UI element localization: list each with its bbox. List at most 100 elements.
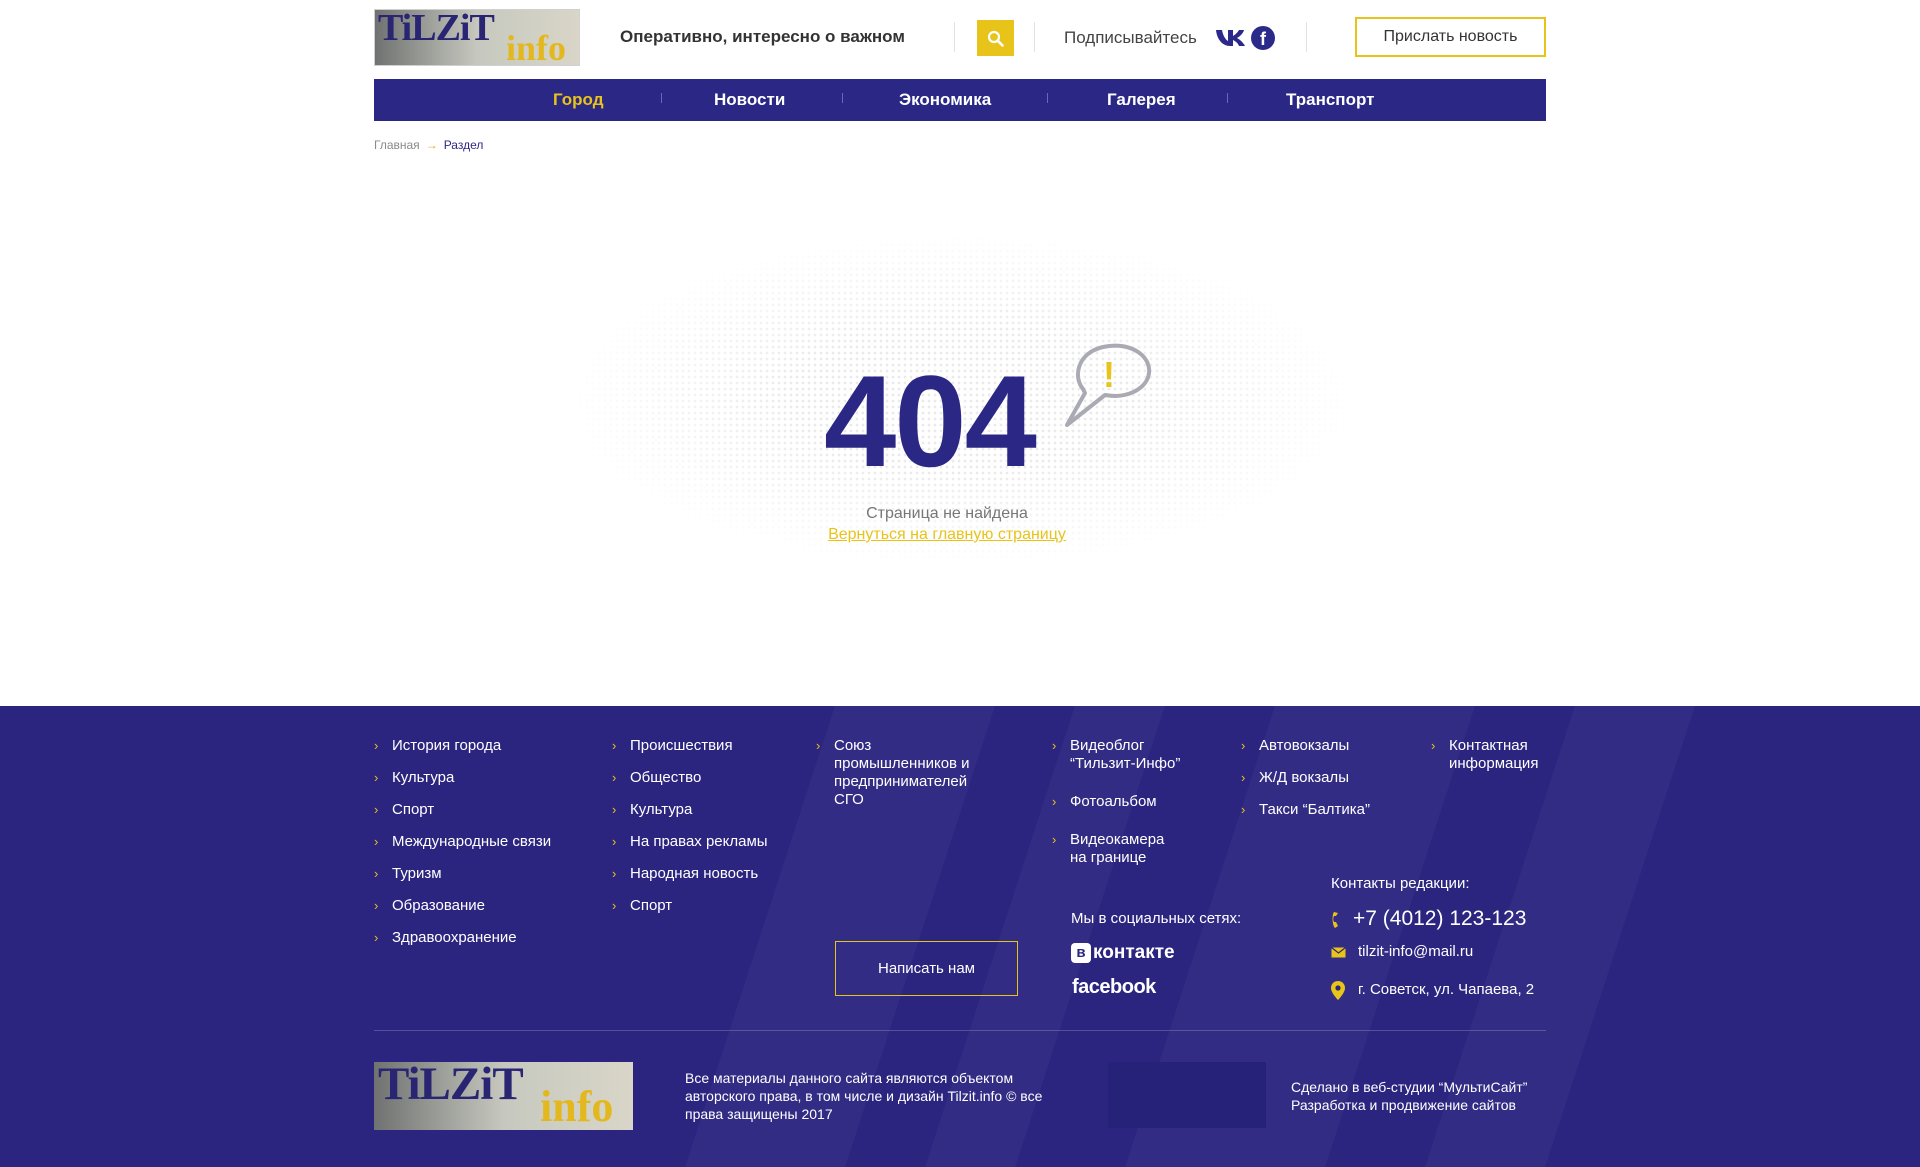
breadcrumb-current: Раздел [443, 138, 484, 152]
footer-link-label: Образование [392, 897, 485, 914]
chevron-right-icon: › [374, 834, 379, 849]
footer-link[interactable]: › Спорт [612, 897, 802, 915]
chevron-right-icon: › [374, 738, 379, 753]
error-code: 404 [824, 348, 1037, 494]
footer-link[interactable]: › Туризм [374, 865, 594, 883]
nav-separator [842, 93, 843, 103]
contacts-title: Контакты редакции: [1331, 875, 1470, 892]
chevron-right-icon: › [612, 738, 617, 753]
divider [1306, 22, 1307, 52]
nav-item-transport[interactable]: Транспорт [1286, 79, 1374, 121]
chevron-right-icon: › [1431, 738, 1436, 753]
logo-text-sub: info [540, 1082, 614, 1130]
footer-logo[interactable]: TiLZiT info [374, 1062, 633, 1130]
counter-widget[interactable] [1108, 1062, 1266, 1128]
vk-link[interactable]: в контакте [1071, 942, 1175, 964]
copyright-text: Все материалы данного сайта являются объ… [685, 1070, 1043, 1122]
back-home-link[interactable]: Вернуться на главную страницу [0, 526, 1894, 544]
studio-credit[interactable]: Сделано в веб-студии “МультиСайт” Разраб… [1291, 1078, 1551, 1114]
chevron-right-icon: › [612, 866, 617, 881]
footer-link-label: На правах рекламы [630, 833, 768, 850]
site-footer: › История города › Культура › Спорт › Междун… [0, 706, 1920, 1167]
speech-bubble-icon: ! [1065, 343, 1152, 427]
footer-link[interactable]: › Культура [612, 801, 802, 819]
breadcrumb-arrow-icon: → [425, 138, 438, 152]
logo-text-main: TiLZiT [378, 1062, 524, 1110]
subscribe-label: Подписывайтесь [1064, 28, 1197, 47]
chevron-right-icon: › [1241, 802, 1246, 817]
mail-icon [1331, 947, 1346, 958]
footer-link-label: Видеоблог “Тильзит-Инфо” [1070, 737, 1181, 772]
footer-link[interactable]: › Образование [374, 897, 594, 915]
footer-link[interactable]: › Видеоблог “Тильзит-Инфо” [1052, 737, 1202, 773]
chevron-right-icon: › [612, 834, 617, 849]
footer-link-label: Автовокзалы [1259, 737, 1350, 754]
footer-link-label: Контактная информация [1449, 737, 1539, 772]
footer-link[interactable]: › Происшествия [612, 737, 802, 755]
vk-icon: в [1071, 943, 1091, 963]
chevron-right-icon: › [612, 770, 617, 785]
footer-link[interactable]: › Такси “Балтика” [1241, 801, 1391, 819]
site-logo[interactable]: TiLZiT info [374, 9, 580, 66]
footer-col-city: › История города › Культура › Спорт › Междун… [374, 737, 594, 961]
footer-link[interactable]: › Международные связи [374, 833, 594, 851]
footer-link[interactable]: › Автовокзалы [1241, 737, 1391, 755]
footer-link-label: Видеокамера на границе [1070, 831, 1165, 866]
nav-item-economy[interactable]: Экономика [899, 79, 991, 121]
footer-link-label: Спорт [630, 897, 673, 914]
footer-link[interactable]: › Контактная информация [1431, 737, 1551, 773]
address: г. Советск, ул. Чапаева, 2 [1358, 981, 1535, 998]
chevron-right-icon: › [612, 802, 617, 817]
footer-link[interactable]: › Фотоальбом [1052, 793, 1202, 811]
footer-link-label: Спорт [392, 801, 435, 818]
footer-link[interactable]: › Союз промышленников и предпринимателей … [816, 737, 991, 809]
chevron-right-icon: › [816, 738, 821, 753]
footer-link-label: Международные связи [392, 833, 552, 850]
footer-link[interactable]: › Ж/Д вокзалы [1241, 769, 1391, 787]
footer-link[interactable]: › Спорт [374, 801, 594, 819]
footer-link-label: Такси “Балтика” [1259, 801, 1371, 818]
footer-link-label: Общество [630, 769, 702, 786]
studio-line: Сделано в веб-студии “МультиСайт” [1291, 1079, 1528, 1095]
nav-item-gallery[interactable]: Галерея [1107, 79, 1176, 121]
search-icon [987, 30, 1004, 47]
send-news-button[interactable]: Прислать новость [1355, 17, 1546, 57]
footer-link[interactable]: › Народная новость [612, 865, 802, 883]
main-nav: Город Новости Экономика Галерея Транспор… [374, 79, 1546, 121]
exclamation-mark: ! [1103, 354, 1115, 395]
footer-link-label: Культура [392, 769, 455, 786]
footer-link-label: История города [392, 737, 502, 754]
footer-link[interactable]: › Общество [612, 769, 802, 787]
chevron-right-icon: › [374, 930, 379, 945]
breadcrumb: Главная → Раздел [374, 138, 1546, 152]
footer-link[interactable]: › История города [374, 737, 594, 755]
nav-item-city[interactable]: Город [553, 79, 604, 121]
email-link[interactable]: tilzit-info@mail.ru [1358, 943, 1473, 960]
footer-link[interactable]: › Здравоохранение [374, 929, 594, 947]
write-us-button[interactable]: Написать нам [835, 941, 1018, 996]
footer-link[interactable]: › Видеокамера на границе [1052, 831, 1182, 867]
chevron-right-icon: › [374, 898, 379, 913]
footer-link[interactable]: › На правах рекламы [612, 833, 802, 851]
chevron-right-icon: › [374, 866, 379, 881]
footer-divider [374, 1030, 1546, 1031]
footer-link-label: Культура [630, 801, 693, 818]
phone-icon [1332, 912, 1338, 928]
chevron-right-icon: › [1052, 794, 1057, 809]
logo-text-main: TiLZiT [378, 9, 495, 49]
chevron-right-icon: › [612, 898, 617, 913]
nav-item-news[interactable]: Новости [714, 79, 785, 121]
footer-link-label: Союз промышленников и предпринимателей С… [834, 737, 970, 808]
vk-word: контакте [1093, 942, 1175, 963]
vk-icon[interactable] [1214, 25, 1248, 49]
footer-col-news: › Происшествия › Общество › Культура › На пр… [612, 737, 802, 929]
breadcrumb-home[interactable]: Главная [374, 138, 420, 152]
site-header: TiLZiT info Оперативно, интересно о важн… [374, 0, 1546, 78]
footer-link[interactable]: › Культура [374, 769, 594, 787]
facebook-link[interactable]: facebook [1072, 976, 1156, 999]
nav-separator [1227, 93, 1228, 103]
facebook-icon[interactable]: f [1251, 26, 1275, 50]
location-pin-icon [1331, 981, 1345, 1000]
phone-number[interactable]: +7 (4012) 123-123 [1353, 907, 1526, 931]
search-button[interactable] [977, 20, 1014, 56]
